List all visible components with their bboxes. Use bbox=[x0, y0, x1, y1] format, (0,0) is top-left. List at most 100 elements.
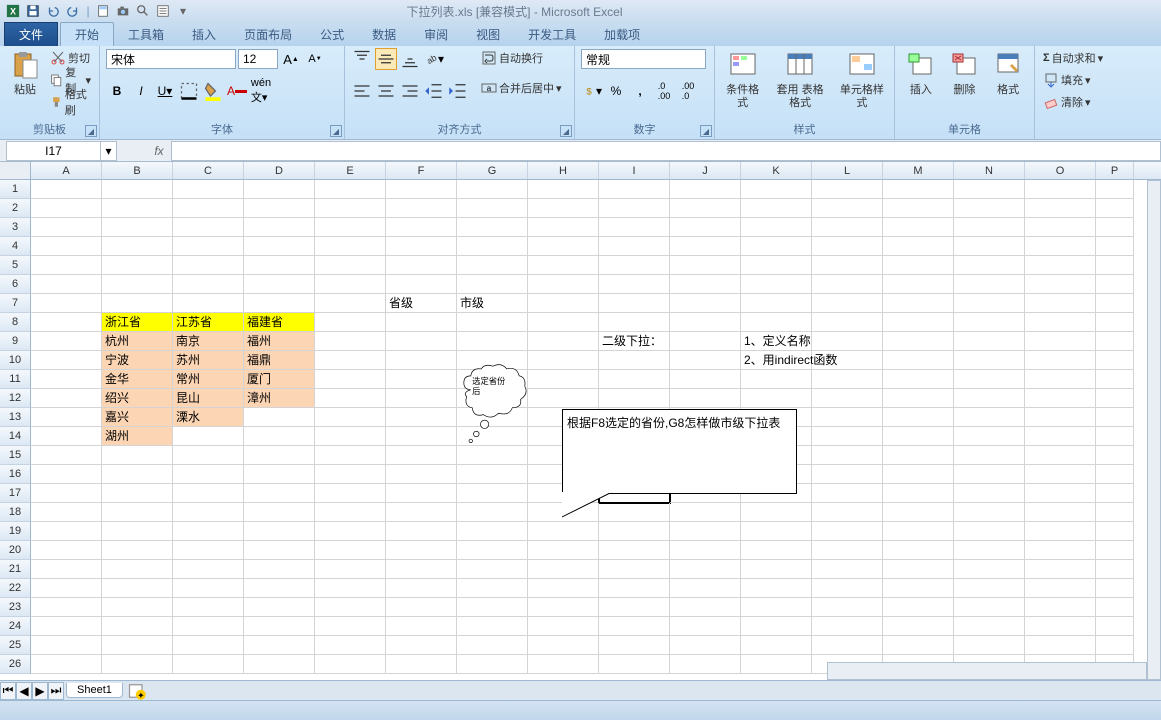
column-header[interactable]: C bbox=[173, 162, 244, 179]
cell[interactable] bbox=[812, 199, 883, 218]
cell[interactable] bbox=[883, 294, 954, 313]
cell[interactable] bbox=[883, 313, 954, 332]
cell[interactable] bbox=[102, 465, 173, 484]
underline-button[interactable]: U▾ bbox=[154, 80, 176, 102]
font-dialog-launcher[interactable]: ◢ bbox=[330, 125, 342, 137]
cell[interactable]: 嘉兴 bbox=[102, 408, 173, 427]
cell[interactable] bbox=[31, 636, 102, 655]
excel-icon[interactable]: X bbox=[4, 2, 22, 20]
cell[interactable] bbox=[315, 427, 386, 446]
cell[interactable] bbox=[244, 465, 315, 484]
cell[interactable] bbox=[31, 408, 102, 427]
cell[interactable] bbox=[883, 351, 954, 370]
cell[interactable] bbox=[954, 522, 1025, 541]
cell[interactable] bbox=[1025, 370, 1096, 389]
cell[interactable] bbox=[386, 237, 457, 256]
row-header[interactable]: 14 bbox=[0, 427, 31, 446]
cell[interactable] bbox=[1096, 180, 1134, 199]
cell[interactable] bbox=[31, 218, 102, 237]
row-header[interactable]: 18 bbox=[0, 503, 31, 522]
cell[interactable] bbox=[670, 541, 741, 560]
cell[interactable] bbox=[1025, 503, 1096, 522]
row-header[interactable]: 2 bbox=[0, 199, 31, 218]
column-header[interactable]: O bbox=[1025, 162, 1096, 179]
cell[interactable] bbox=[386, 541, 457, 560]
cell[interactable] bbox=[31, 351, 102, 370]
cell[interactable] bbox=[599, 218, 670, 237]
cell[interactable] bbox=[244, 655, 315, 674]
cell[interactable] bbox=[173, 522, 244, 541]
cell[interactable] bbox=[1025, 579, 1096, 598]
delete-cells-button[interactable]: 删除 bbox=[945, 48, 985, 99]
cell[interactable] bbox=[954, 427, 1025, 446]
cell[interactable] bbox=[315, 275, 386, 294]
cell[interactable] bbox=[386, 598, 457, 617]
percent-icon[interactable]: % bbox=[605, 80, 627, 102]
cell[interactable] bbox=[31, 389, 102, 408]
cell[interactable] bbox=[102, 598, 173, 617]
cell[interactable] bbox=[883, 408, 954, 427]
cell[interactable] bbox=[812, 237, 883, 256]
cell[interactable] bbox=[31, 598, 102, 617]
cell[interactable] bbox=[315, 256, 386, 275]
cell[interactable] bbox=[386, 560, 457, 579]
cell[interactable] bbox=[599, 389, 670, 408]
cell[interactable] bbox=[954, 294, 1025, 313]
cell[interactable] bbox=[315, 237, 386, 256]
cell[interactable] bbox=[1025, 332, 1096, 351]
cell[interactable] bbox=[1096, 332, 1134, 351]
sheet-nav-last[interactable]: ⏭ bbox=[48, 682, 64, 700]
cell[interactable] bbox=[954, 465, 1025, 484]
cell[interactable] bbox=[954, 180, 1025, 199]
cell[interactable] bbox=[812, 180, 883, 199]
cell[interactable] bbox=[457, 541, 528, 560]
cell[interactable] bbox=[670, 579, 741, 598]
cell[interactable] bbox=[528, 617, 599, 636]
cell[interactable] bbox=[954, 408, 1025, 427]
cell[interactable] bbox=[1096, 237, 1134, 256]
cell[interactable] bbox=[102, 579, 173, 598]
cell[interactable] bbox=[315, 503, 386, 522]
number-dialog-launcher[interactable]: ◢ bbox=[700, 125, 712, 137]
cell[interactable] bbox=[954, 579, 1025, 598]
cell[interactable] bbox=[883, 256, 954, 275]
cell[interactable] bbox=[1096, 370, 1134, 389]
cell[interactable] bbox=[457, 560, 528, 579]
cell[interactable] bbox=[1025, 313, 1096, 332]
cell[interactable] bbox=[954, 598, 1025, 617]
cell[interactable] bbox=[670, 389, 741, 408]
cell[interactable]: 南京 bbox=[173, 332, 244, 351]
column-header[interactable]: D bbox=[244, 162, 315, 179]
row-header[interactable]: 17 bbox=[0, 484, 31, 503]
cell[interactable] bbox=[528, 332, 599, 351]
row-header[interactable]: 23 bbox=[0, 598, 31, 617]
cell[interactable] bbox=[315, 199, 386, 218]
column-header[interactable]: E bbox=[315, 162, 386, 179]
tab-insert[interactable]: 插入 bbox=[178, 23, 230, 46]
tab-view[interactable]: 视图 bbox=[462, 23, 514, 46]
cell[interactable] bbox=[315, 294, 386, 313]
cell[interactable] bbox=[173, 579, 244, 598]
cell[interactable] bbox=[315, 465, 386, 484]
autosum-button[interactable]: Σ自动求和▾ bbox=[1041, 48, 1119, 68]
cell[interactable] bbox=[1096, 446, 1134, 465]
cell[interactable] bbox=[102, 522, 173, 541]
cell[interactable]: 宁波 bbox=[102, 351, 173, 370]
cell[interactable] bbox=[1025, 446, 1096, 465]
cell[interactable] bbox=[31, 332, 102, 351]
tab-home[interactable]: 开始 bbox=[60, 22, 114, 46]
cell[interactable] bbox=[812, 446, 883, 465]
row-header[interactable]: 12 bbox=[0, 389, 31, 408]
cell[interactable] bbox=[599, 579, 670, 598]
cell[interactable] bbox=[1096, 275, 1134, 294]
cell[interactable] bbox=[883, 598, 954, 617]
cell[interactable] bbox=[670, 237, 741, 256]
cell[interactable] bbox=[31, 503, 102, 522]
cell[interactable] bbox=[1096, 560, 1134, 579]
cell[interactable] bbox=[457, 636, 528, 655]
cell[interactable] bbox=[741, 275, 812, 294]
cloud-callout[interactable]: 选定省份 后 bbox=[440, 362, 550, 452]
cell[interactable] bbox=[883, 636, 954, 655]
row-header[interactable]: 13 bbox=[0, 408, 31, 427]
comma-icon[interactable]: , bbox=[629, 80, 651, 102]
